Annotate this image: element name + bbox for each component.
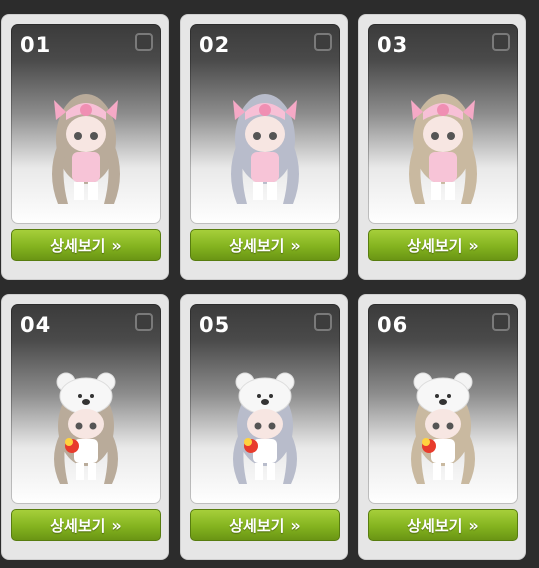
item-preview: 04 — [11, 304, 161, 504]
details-button[interactable]: 상세보기 » — [368, 229, 518, 261]
double-chevron-right-icon: » — [468, 515, 479, 535]
double-chevron-right-icon: » — [290, 515, 301, 535]
details-button-label: 상세보기 — [407, 516, 463, 535]
character-avatar-icon — [52, 94, 120, 204]
item-preview: 01 — [11, 24, 161, 224]
item-number: 05 — [199, 313, 231, 337]
character-avatar-icon — [233, 372, 297, 484]
item-number: 02 — [199, 33, 231, 57]
item-card-03: 03 상세보기 » — [358, 14, 526, 280]
select-checkbox[interactable] — [135, 33, 153, 51]
details-button[interactable]: 상세보기 » — [190, 229, 340, 261]
item-card-01: 01 상세보기 » — [1, 14, 169, 280]
item-card-04: 04 상세보기 » — [1, 294, 169, 560]
select-checkbox[interactable] — [314, 313, 332, 331]
item-number: 06 — [377, 313, 409, 337]
item-card-05: 05 상세보기 » — [180, 294, 348, 560]
select-checkbox[interactable] — [314, 33, 332, 51]
details-button[interactable]: 상세보기 » — [368, 509, 518, 541]
item-preview: 06 — [368, 304, 518, 504]
item-card-06: 06 상세보기 » — [358, 294, 526, 560]
item-card-02: 02 상세보기 » — [180, 14, 348, 280]
double-chevron-right-icon: » — [111, 235, 122, 255]
item-preview: 05 — [190, 304, 340, 504]
character-avatar-icon — [411, 372, 475, 484]
select-checkbox[interactable] — [492, 33, 510, 51]
details-button-label: 상세보기 — [50, 516, 106, 535]
details-button[interactable]: 상세보기 » — [11, 509, 161, 541]
details-button[interactable]: 상세보기 » — [11, 229, 161, 261]
details-button-label: 상세보기 — [229, 236, 285, 255]
double-chevron-right-icon: » — [468, 235, 479, 255]
select-checkbox[interactable] — [492, 313, 510, 331]
item-number: 04 — [20, 313, 52, 337]
details-button-label: 상세보기 — [50, 236, 106, 255]
item-number: 01 — [20, 33, 52, 57]
details-button-label: 상세보기 — [407, 236, 463, 255]
item-number: 03 — [377, 33, 409, 57]
character-avatar-icon — [54, 372, 118, 484]
details-button[interactable]: 상세보기 » — [190, 509, 340, 541]
item-grid: 01 상세보기 » 02 상세보기 » 03 상세보기 » 04 상세보기 » … — [0, 0, 539, 568]
double-chevron-right-icon: » — [290, 235, 301, 255]
double-chevron-right-icon: » — [111, 515, 122, 535]
item-preview: 03 — [368, 24, 518, 224]
character-avatar-icon — [231, 94, 299, 204]
character-avatar-icon — [409, 94, 477, 204]
select-checkbox[interactable] — [135, 313, 153, 331]
details-button-label: 상세보기 — [229, 516, 285, 535]
item-preview: 02 — [190, 24, 340, 224]
